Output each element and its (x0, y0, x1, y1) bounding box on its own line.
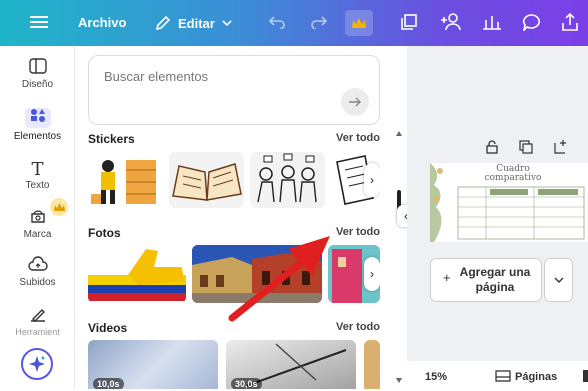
page-thumb-title: Cuadro comparativo (484, 164, 542, 183)
chevron-down-icon (222, 19, 232, 27)
page-thumbnail[interactable]: Cuadro comparativo (430, 163, 588, 242)
redo-icon[interactable] (310, 15, 328, 29)
menu-icon[interactable] (30, 14, 48, 30)
sidebar-item-tools[interactable]: Herramient (0, 306, 75, 336)
section-title: Videos (88, 321, 128, 335)
share-icon[interactable] (560, 12, 580, 32)
left-sidebar: Diseño Elementos T Texto Marca Subidos H… (0, 46, 75, 389)
add-page-icon[interactable] (553, 139, 569, 155)
bottom-bar: 15% Páginas (407, 361, 588, 389)
brand-icon (27, 208, 49, 226)
stickers-header: Stickers Ver todo (88, 132, 380, 146)
panel-scrollbar[interactable] (395, 128, 403, 386)
sidebar-item-label: Elementos (13, 131, 62, 142)
sidebar-item-text[interactable]: T Texto (0, 159, 75, 191)
sidebar-item-uploads[interactable]: Subidos (0, 256, 75, 288)
arrow-right-icon (349, 97, 361, 107)
add-people-icon[interactable] (440, 12, 462, 32)
video-duration: 30,0s (231, 378, 262, 389)
layout-icon (27, 58, 49, 76)
canvas-area: Cuadro comparativo + Agregar una página … (407, 46, 588, 389)
sidebar-item-design[interactable]: Diseño (0, 58, 75, 90)
sticker-thumb[interactable] (169, 152, 244, 208)
search-input[interactable]: Buscar elementos (104, 69, 208, 84)
sidebar-item-label: Herramient (15, 327, 60, 336)
add-page-options-button[interactable] (544, 258, 573, 302)
photos-row: › (88, 245, 380, 303)
tools-icon (27, 306, 49, 324)
see-all-link[interactable]: Ver todo (336, 132, 380, 146)
search-box[interactable]: Buscar elementos (88, 55, 380, 125)
analytics-icon[interactable] (482, 13, 502, 31)
photo-thumb[interactable] (88, 245, 186, 303)
elements-icon (24, 108, 51, 128)
duplicate-icon[interactable] (519, 140, 533, 154)
see-all-link[interactable]: Ver todo (336, 226, 380, 240)
crown-badge-icon (50, 198, 68, 216)
grid-view-icon[interactable] (583, 370, 588, 382)
text-icon: T (31, 159, 44, 180)
scroll-right-button[interactable]: › (364, 257, 380, 291)
videos-header: Videos Ver todo (88, 321, 380, 335)
photos-header: Fotos Ver todo (88, 226, 380, 240)
zoom-level[interactable]: 15% (425, 371, 447, 383)
pages-label[interactable]: Páginas (515, 371, 557, 383)
edit-label: Editar (178, 15, 215, 31)
stickers-row: › (88, 152, 380, 208)
see-all-link[interactable]: Ver todo (336, 321, 380, 335)
sparkle-icon (29, 356, 45, 372)
resize-icon[interactable] (400, 13, 418, 31)
lock-icon[interactable] (485, 140, 499, 154)
videos-row: 10,0s 30,0s (88, 340, 380, 389)
sidebar-item-label: Subidos (19, 277, 56, 288)
sidebar-item-elements[interactable]: Elementos (0, 108, 75, 142)
elements-panel: Buscar elementos Stickers Ver todo › Fot… (75, 46, 407, 389)
file-menu-button[interactable]: Archivo (78, 15, 126, 30)
search-submit-button[interactable] (341, 88, 369, 116)
edit-menu-button[interactable]: Editar (155, 15, 232, 31)
video-duration: 10,0s (93, 378, 124, 389)
pages-icon[interactable] (495, 370, 511, 382)
section-title: Stickers (88, 132, 135, 146)
undo-icon[interactable] (268, 15, 286, 29)
chevron-down-icon (554, 277, 563, 283)
pencil-icon (155, 15, 171, 31)
sticker-thumb[interactable] (250, 152, 325, 208)
sidebar-item-label: Texto (25, 180, 50, 191)
add-page-label: Agregar una página (459, 265, 531, 294)
sidebar-item-brand[interactable]: Marca (0, 198, 75, 240)
top-toolbar: Archivo Editar (0, 0, 588, 46)
photo-thumb[interactable] (192, 245, 322, 303)
scroll-right-button[interactable]: › (364, 163, 380, 197)
upload-cloud-icon (27, 256, 49, 274)
sidebar-item-label: Marca (23, 229, 52, 240)
premium-crown-button[interactable] (345, 10, 373, 36)
video-thumb[interactable]: 30,0s (226, 340, 356, 389)
video-thumb[interactable] (364, 340, 380, 389)
sticker-thumb[interactable] (88, 152, 163, 208)
magic-button[interactable] (21, 348, 53, 380)
comment-icon[interactable] (522, 13, 542, 31)
sidebar-item-label: Diseño (21, 79, 54, 90)
add-page-button[interactable]: + Agregar una página (430, 258, 542, 302)
section-title: Fotos (88, 226, 121, 240)
video-thumb[interactable]: 10,0s (88, 340, 218, 389)
plus-icon: + (443, 270, 451, 285)
